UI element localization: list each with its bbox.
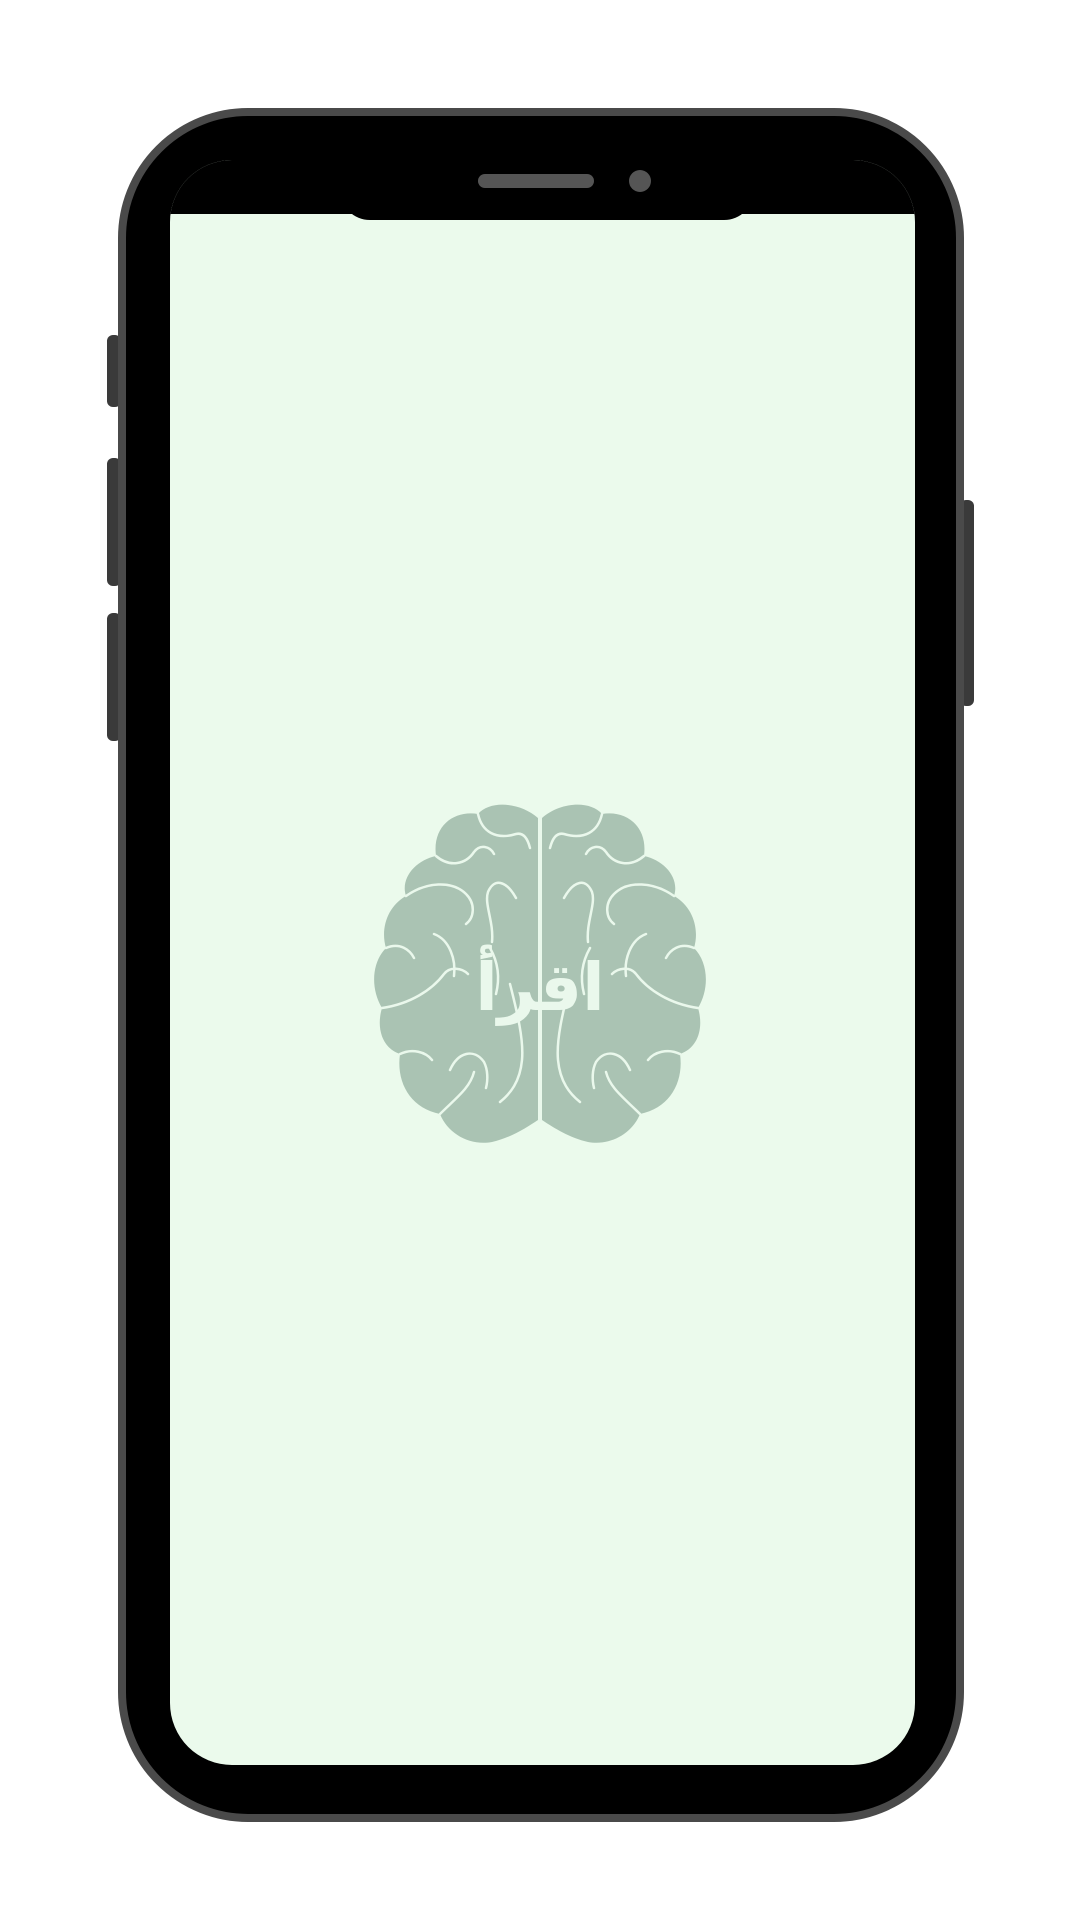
front-camera — [629, 170, 651, 192]
brain-icon: اقرأ — [374, 804, 706, 1143]
speaker-grille — [478, 174, 594, 188]
logo-text: اقرأ — [475, 944, 605, 1026]
stage: اقرأ — [0, 0, 1080, 1920]
app-logo: اقرأ — [370, 798, 710, 1168]
